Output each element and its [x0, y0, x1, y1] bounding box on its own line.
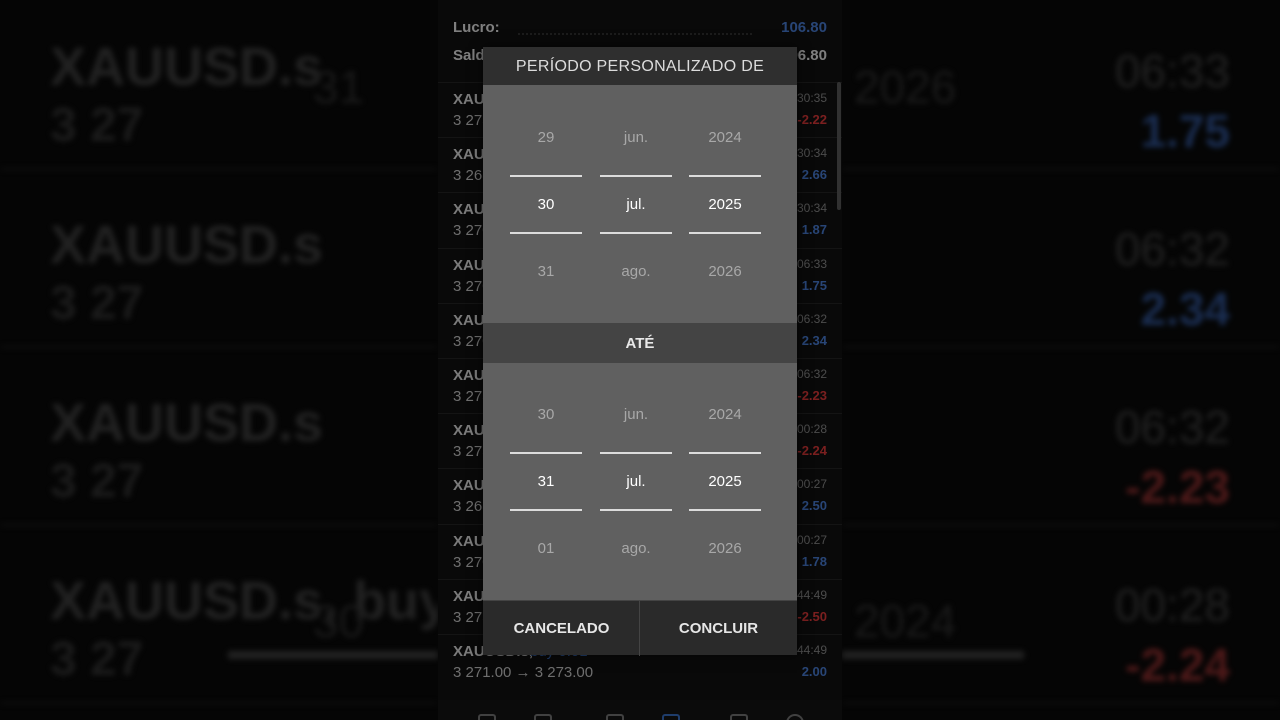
background-symbol: XAUUSD.s [50, 393, 324, 453]
background-row: XAUUSD.s 3 27 31 [0, 0, 438, 170]
background-row: XAUUSD.s 3 27 [0, 178, 438, 348]
to-year-wheel[interactable]: 2024 2025 2026 [689, 363, 761, 601]
background-symbol: XAUUSD.s [50, 37, 324, 97]
background-value: -2.23 [1125, 461, 1230, 513]
confirm-button[interactable]: CONCLUIR [640, 601, 797, 656]
to-year-prev[interactable]: 2024 [689, 406, 761, 423]
background-row: XAUUSD.s, buy 3 27 30 [0, 534, 438, 704]
cancel-button[interactable]: CANCELADO [483, 601, 640, 656]
background-row: 06:32 2.34 [842, 178, 1280, 348]
from-month-prev[interactable]: jun. [600, 129, 672, 146]
selection-line [600, 452, 672, 454]
from-month-next[interactable]: ago. [600, 263, 672, 280]
background-time: 06:33 [1114, 45, 1230, 97]
dialog-title: PERÍODO PERSONALIZADO DE [483, 47, 797, 85]
background-day: 31 [313, 61, 365, 113]
background-time: 06:32 [1114, 223, 1230, 275]
from-month-selected[interactable]: jul. [600, 196, 672, 213]
selection-line [510, 509, 582, 511]
background-year: 2026 [854, 61, 957, 113]
selection-line [600, 175, 672, 177]
background-day: 30 [313, 595, 365, 647]
background-value: 1.75 [1140, 105, 1230, 157]
background-row: 06:32 -2.23 [842, 356, 1280, 526]
custom-period-dialog: PERÍODO PERSONALIZADO DE 29 30 31 jun. j… [483, 47, 797, 656]
selection-line [510, 175, 582, 177]
background-left-blur: XAUUSD.s 3 27 31 XAUUSD.s 3 27 XAUUSD.s 3 27 XA… [0, 0, 438, 720]
from-year-next[interactable]: 2026 [689, 263, 761, 280]
to-month-prev[interactable]: jun. [600, 406, 672, 423]
to-day-wheel[interactable]: 30 31 01 [510, 363, 582, 601]
to-label: ATÉ [483, 323, 797, 363]
background-scrollbar [842, 651, 1024, 659]
from-year-selected[interactable]: 2025 [689, 196, 761, 213]
from-day-prev[interactable]: 29 [510, 129, 582, 146]
background-row: 2024 00:28 -2.24 [842, 534, 1280, 704]
background-price: 3 27 [50, 99, 144, 152]
from-date-picker: 29 30 31 jun. jul. ago. 2024 2025 2026 [483, 85, 797, 323]
to-month-next[interactable]: ago. [600, 540, 672, 557]
to-day-next[interactable]: 01 [510, 540, 582, 557]
selection-line [689, 175, 761, 177]
from-year-prev[interactable]: 2024 [689, 129, 761, 146]
background-price: 3 27 [50, 277, 144, 330]
background-value: -2.24 [1125, 639, 1230, 691]
selection-line [600, 509, 672, 511]
background-symbol: XAUUSD.s, buy [50, 571, 438, 631]
to-year-next[interactable]: 2026 [689, 540, 761, 557]
background-symbol: XAUUSD.s [50, 215, 324, 275]
from-day-selected[interactable]: 30 [510, 196, 582, 213]
selection-line [510, 232, 582, 234]
to-year-selected[interactable]: 2025 [689, 473, 761, 490]
dialog-actions: CANCELADO CONCLUIR [483, 600, 797, 656]
from-year-wheel[interactable]: 2024 2025 2026 [689, 85, 761, 323]
selection-line [689, 509, 761, 511]
background-value: 2.34 [1140, 283, 1230, 335]
to-day-selected[interactable]: 31 [510, 473, 582, 490]
background-price: 3 27 [50, 633, 144, 686]
selection-line [689, 452, 761, 454]
from-month-wheel[interactable]: jun. jul. ago. [600, 85, 672, 323]
background-right-blur: 2026 06:33 1.75 06:32 2.34 06:32 -2.23 2024 00:2… [842, 0, 1280, 720]
selection-line [689, 232, 761, 234]
from-day-next[interactable]: 31 [510, 263, 582, 280]
background-time: 06:32 [1114, 401, 1230, 453]
to-month-wheel[interactable]: jun. jul. ago. [600, 363, 672, 601]
background-year: 2024 [854, 595, 957, 647]
background-scrollbar [228, 651, 438, 659]
background-row: XAUUSD.s 3 27 [0, 356, 438, 526]
background-row: 2026 06:33 1.75 [842, 0, 1280, 170]
selection-line [600, 232, 672, 234]
background-time: 00:28 [1114, 579, 1230, 631]
from-day-wheel[interactable]: 29 30 31 [510, 85, 582, 323]
background-price: 3 27 [50, 455, 144, 508]
to-date-picker: 30 31 01 jun. jul. ago. 2024 2025 2026 [483, 363, 797, 601]
selection-line [510, 452, 582, 454]
to-month-selected[interactable]: jul. [600, 473, 672, 490]
to-day-prev[interactable]: 30 [510, 406, 582, 423]
screen: XAUUSD.s 3 27 31 XAUUSD.s 3 27 XAUUSD.s 3 27 XA… [0, 0, 1280, 720]
